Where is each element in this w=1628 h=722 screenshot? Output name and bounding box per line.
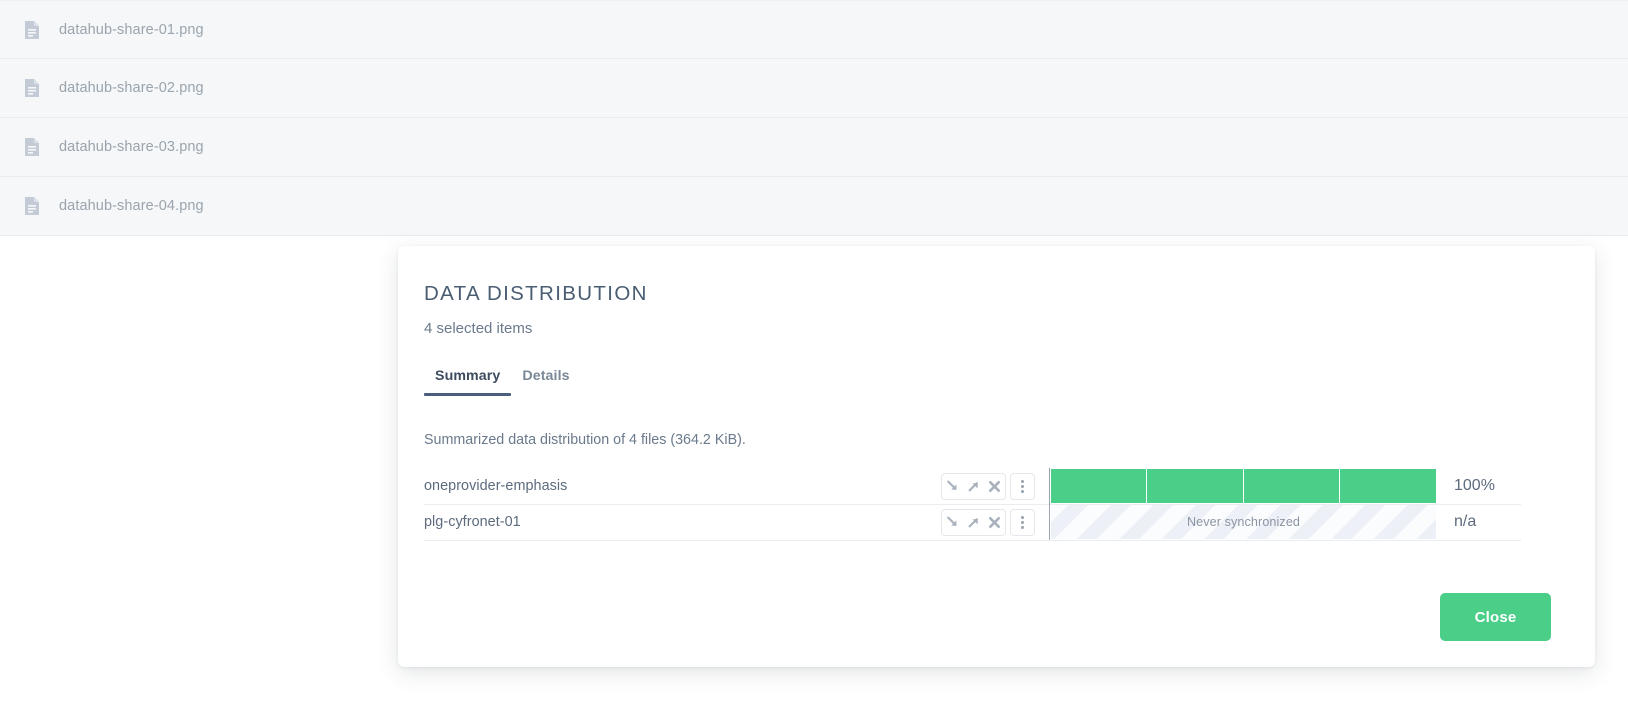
evict-button[interactable]	[984, 510, 1005, 535]
migrate-out-button[interactable]	[963, 510, 984, 535]
tab-bar: Summary Details	[398, 368, 1595, 396]
distribution-bar-cell[interactable]	[1049, 468, 1438, 504]
percent-value: 100%	[1438, 477, 1495, 495]
close-button[interactable]: Close	[1440, 593, 1551, 641]
row-menu-button[interactable]	[1010, 509, 1035, 536]
tab-details[interactable]: Details	[511, 368, 580, 396]
file-name: datahub-share-02.png	[59, 80, 204, 96]
table-row: oneprovider-emphasis	[424, 469, 1521, 505]
file-name: datahub-share-03.png	[59, 139, 204, 155]
distribution-bar	[1051, 469, 1436, 503]
provider-name: oneprovider-emphasis	[424, 478, 941, 494]
file-icon	[24, 196, 40, 216]
page-title: DATA DISTRIBUTION	[424, 284, 1595, 305]
modal-footer: Close	[398, 567, 1595, 667]
migrate-in-button[interactable]	[942, 510, 963, 535]
modal-body: Summarized data distribution of 4 files …	[398, 433, 1595, 541]
list-item[interactable]: datahub-share-01.png	[0, 0, 1628, 59]
table-row: plg-cyfronet-01	[424, 505, 1521, 541]
bar-segment	[1244, 469, 1340, 503]
action-button-group	[941, 473, 1006, 500]
migrate-out-button[interactable]	[963, 474, 984, 499]
bar-segment	[1147, 469, 1243, 503]
data-distribution-modal: DATA DISTRIBUTION 4 selected items Summa…	[398, 246, 1595, 667]
summary-description: Summarized data distribution of 4 files …	[424, 433, 1595, 447]
distribution-bar-cell[interactable]: Never synchronized	[1049, 504, 1438, 540]
row-actions	[941, 473, 1035, 500]
migrate-in-button[interactable]	[942, 474, 963, 499]
kebab-menu-icon	[1021, 479, 1024, 494]
row-menu-button[interactable]	[1010, 473, 1035, 500]
file-name: datahub-share-01.png	[59, 22, 204, 38]
app-root: datahub-share-01.png datahub-share-02.pn…	[0, 0, 1628, 722]
file-icon	[24, 137, 40, 157]
action-button-group	[941, 509, 1006, 536]
percent-value: n/a	[1438, 513, 1476, 531]
file-icon	[24, 78, 40, 98]
list-item[interactable]: datahub-share-03.png	[0, 118, 1628, 177]
tab-summary[interactable]: Summary	[424, 368, 511, 396]
file-name: datahub-share-04.png	[59, 198, 204, 214]
file-icon	[24, 20, 40, 40]
list-item[interactable]: datahub-share-04.png	[0, 177, 1628, 236]
file-list: datahub-share-01.png datahub-share-02.pn…	[0, 0, 1628, 236]
row-actions	[941, 509, 1035, 536]
distribution-table: oneprovider-emphasis	[424, 469, 1521, 541]
bar-segment	[1051, 469, 1147, 503]
never-synchronized-label: Never synchronized	[1187, 515, 1300, 529]
modal-header: DATA DISTRIBUTION 4 selected items	[398, 246, 1595, 336]
list-item[interactable]: datahub-share-02.png	[0, 59, 1628, 118]
kebab-menu-icon	[1021, 515, 1024, 530]
provider-name: plg-cyfronet-01	[424, 514, 941, 530]
selection-count: 4 selected items	[424, 321, 1595, 336]
never-synchronized-bar: Never synchronized	[1051, 505, 1436, 539]
bar-segment	[1340, 469, 1436, 503]
evict-button[interactable]	[984, 474, 1005, 499]
